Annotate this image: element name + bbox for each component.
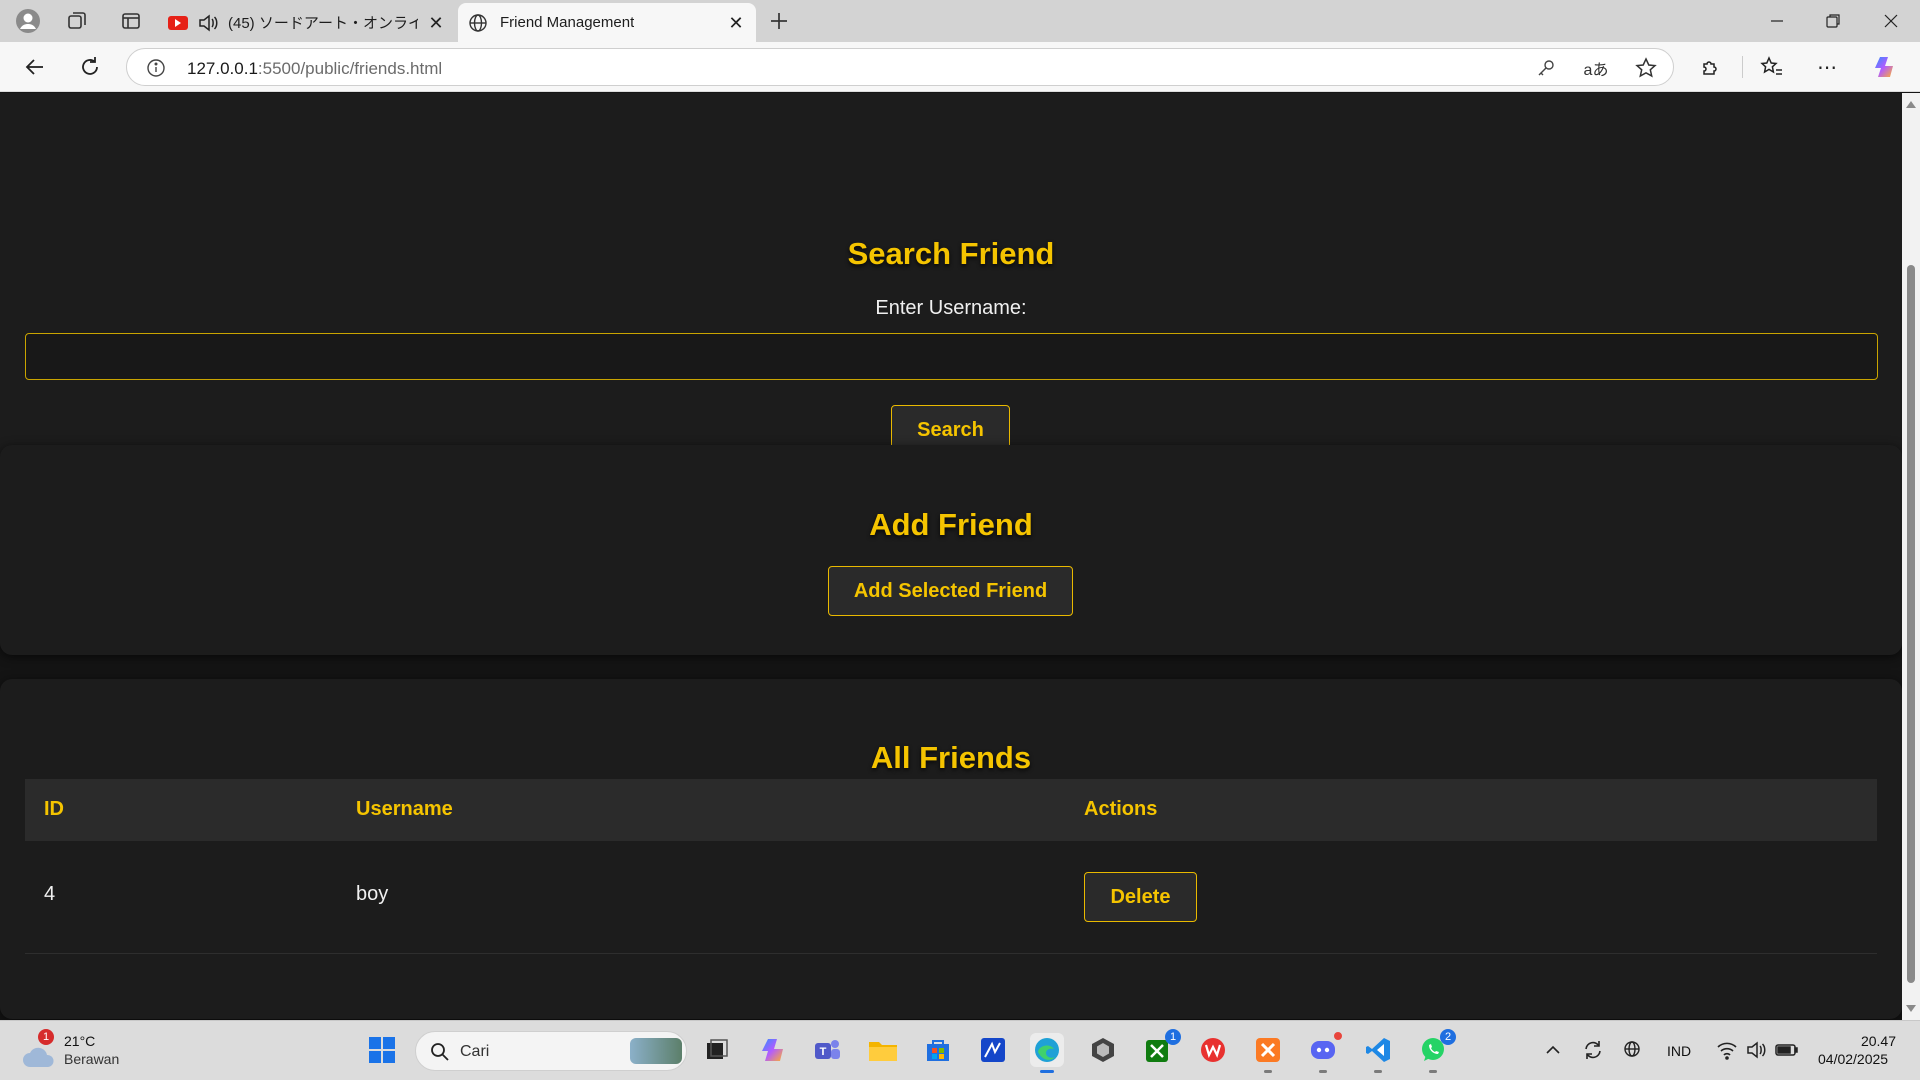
youtube-icon [168, 15, 188, 30]
taskbar-search[interactable]: Cari [415, 1031, 687, 1071]
volume-icon[interactable] [1740, 1033, 1774, 1067]
running-indicator [1264, 1070, 1272, 1073]
running-indicator [1429, 1070, 1437, 1073]
vscode-icon[interactable] [1361, 1033, 1395, 1073]
more-options-icon[interactable]: ⋯ [1812, 52, 1842, 82]
taskbar-search-placeholder: Cari [460, 1043, 490, 1060]
weather-temp: 21°C [64, 1033, 96, 1049]
tab-actions-icon[interactable] [117, 7, 145, 35]
xampp-icon[interactable] [1251, 1033, 1285, 1073]
password-key-icon[interactable] [1533, 55, 1559, 81]
table-row: 4 boy Delete [25, 841, 1877, 954]
wifi-icon[interactable] [1710, 1033, 1744, 1067]
favorites-icon[interactable] [1757, 52, 1787, 82]
url-host: 127.0.0.1 [187, 59, 258, 78]
show-hidden-icons-chevron-icon[interactable] [1536, 1033, 1570, 1067]
page-viewport: Search Friend Enter Username: Search Add… [0, 93, 1902, 1020]
address-bar[interactable]: 127.0.0.1:5500/public/friends.html aあ [126, 48, 1674, 86]
weather-condition: Berawan [64, 1051, 120, 1067]
column-header-id: ID [44, 798, 64, 820]
site-info-icon[interactable] [143, 55, 169, 81]
edge-browser-icon[interactable] [1030, 1033, 1064, 1073]
teams-icon[interactable]: T [810, 1033, 844, 1067]
language-indicator[interactable]: IND [1667, 1043, 1691, 1059]
search-friend-title: Search Friend [847, 236, 1055, 271]
favorite-star-icon[interactable] [1633, 55, 1659, 81]
address-bar-row: 127.0.0.1:5500/public/friends.html aあ ⋯ [0, 42, 1920, 92]
url-path: :5500/public/friends.html [257, 59, 443, 78]
toolbar-divider [1742, 56, 1743, 78]
clock-time[interactable]: 20.47 [1860, 1033, 1896, 1049]
xbox-badge: 1 [1165, 1029, 1181, 1045]
copilot-app-icon[interactable] [756, 1033, 790, 1067]
microsoft-store-icon[interactable] [921, 1033, 955, 1067]
profile-icon[interactable] [14, 7, 42, 35]
new-tab-icon[interactable] [765, 7, 793, 35]
network-globe-icon[interactable] [1616, 1033, 1650, 1067]
username-input[interactable] [25, 333, 1878, 380]
table-header: ID Username Actions [25, 779, 1877, 841]
add-friend-title: Add Friend [869, 507, 1033, 542]
audio-playing-icon[interactable] [198, 13, 218, 32]
windows-taskbar: 1 21°C Berawan Cari T 1 2 IND 20.47 04/0… [0, 1020, 1920, 1080]
column-header-username: Username [356, 798, 453, 820]
minimize-icon[interactable] [1762, 6, 1792, 36]
workspaces-icon[interactable] [63, 7, 91, 35]
all-friends-title: All Friends [870, 740, 1032, 775]
close-tab-icon[interactable]: ✕ [726, 13, 746, 33]
add-friend-section: Add Friend Add Selected Friend [0, 445, 1902, 655]
tab-youtube[interactable]: (45) ソードアート・オンライン シリーズ ✕ [158, 3, 456, 42]
wps-office-icon[interactable] [1196, 1033, 1230, 1067]
tab-title: Friend Management [500, 14, 635, 31]
search-icon [431, 1043, 449, 1061]
running-indicator [1374, 1070, 1382, 1073]
tab-title: (45) ソードアート・オンライン シリーズ [228, 15, 418, 32]
whatsapp-badge: 2 [1440, 1029, 1456, 1045]
battery-icon[interactable] [1770, 1033, 1804, 1067]
globe-icon [468, 13, 488, 33]
browser-tab-bar: (45) ソードアート・オンライン シリーズ ✕ Friend Manageme… [0, 0, 1920, 42]
extensions-icon[interactable] [1696, 52, 1726, 82]
close-window-icon[interactable] [1876, 6, 1906, 36]
windows-start-icon[interactable] [365, 1033, 399, 1067]
task-view-icon[interactable] [700, 1033, 734, 1067]
discord-notification-dot [1332, 1030, 1344, 1042]
weather-widget[interactable]: 1 21°C Berawan [20, 1029, 130, 1073]
restore-icon[interactable] [1818, 6, 1848, 36]
tab-friend-management[interactable]: Friend Management ✕ [458, 3, 756, 42]
url-text[interactable]: 127.0.0.1:5500/public/friends.html [187, 59, 442, 79]
scroll-down-arrow[interactable] [1906, 1005, 1916, 1012]
sync-icon[interactable] [1576, 1033, 1610, 1067]
reload-icon[interactable] [75, 52, 105, 82]
xbox-icon[interactable]: 1 [1141, 1029, 1181, 1067]
add-selected-friend-button[interactable]: Add Selected Friend [828, 566, 1073, 616]
scroll-up-arrow[interactable] [1906, 101, 1916, 108]
whatsapp-icon[interactable]: 2 [1416, 1029, 1456, 1073]
clock-date[interactable]: 04/02/2025 [1818, 1051, 1888, 1067]
friends-table: ID Username Actions 4 boy Delete [25, 779, 1877, 954]
running-indicator [1319, 1070, 1327, 1073]
delete-button[interactable]: Delete [1084, 872, 1197, 922]
all-friends-section: All Friends ID Username Actions 4 boy De… [0, 679, 1902, 1019]
cell-id: 4 [44, 883, 56, 905]
translate-icon[interactable]: aあ [1583, 55, 1609, 81]
file-explorer-icon[interactable] [866, 1033, 900, 1067]
page-scrollbar[interactable] [1902, 93, 1920, 1020]
svg-text:T: T [820, 1046, 827, 1058]
whiteboard-app-icon[interactable] [976, 1033, 1010, 1067]
weather-badge: 1 [38, 1029, 54, 1045]
copilot-icon[interactable] [1870, 52, 1900, 82]
scroll-thumb[interactable] [1907, 265, 1915, 983]
cell-username: boy [356, 883, 389, 905]
close-tab-icon[interactable]: ✕ [426, 13, 446, 33]
search-highlight-image [630, 1038, 682, 1064]
back-icon[interactable] [20, 52, 50, 82]
cloud-icon [23, 1047, 54, 1067]
discord-icon[interactable] [1306, 1030, 1344, 1073]
active-indicator [1040, 1070, 1054, 1073]
unity-hub-icon[interactable] [1086, 1033, 1120, 1067]
column-header-actions: Actions [1084, 798, 1158, 820]
username-label: Enter Username: [875, 297, 1027, 319]
